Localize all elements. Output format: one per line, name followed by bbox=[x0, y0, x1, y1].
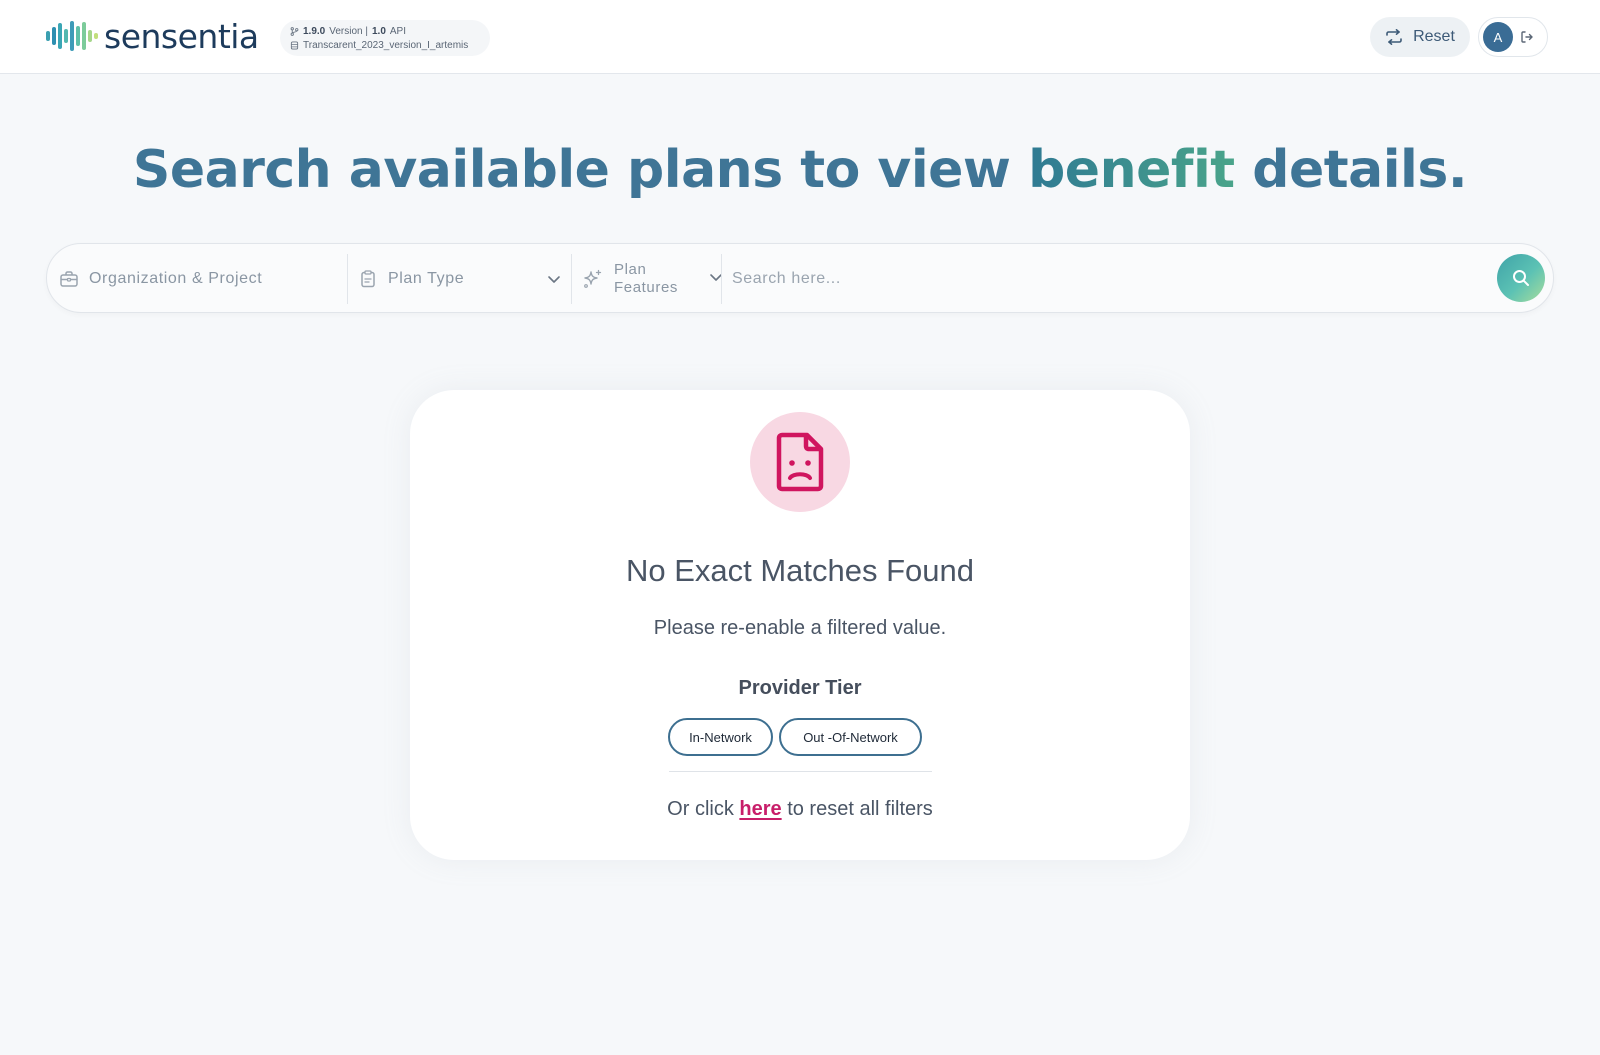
logo-mark-icon bbox=[46, 18, 98, 54]
logout-icon[interactable] bbox=[1519, 29, 1535, 45]
reset-prefix: Or click bbox=[667, 798, 740, 820]
divider bbox=[669, 771, 932, 772]
avatar[interactable]: A bbox=[1483, 22, 1513, 52]
brand-logo[interactable]: sensentia bbox=[46, 16, 259, 56]
plan-features-dropdown[interactable]: Plan Features bbox=[571, 254, 722, 304]
briefcase-icon bbox=[60, 271, 78, 287]
search-input[interactable] bbox=[732, 270, 1432, 288]
organization-project-label: Organization & Project bbox=[89, 270, 263, 287]
reset-suffix: to reset all filters bbox=[781, 798, 933, 820]
database-icon bbox=[290, 40, 299, 50]
title-before: Search available plans to view bbox=[132, 140, 1029, 200]
sparkle-icon bbox=[584, 269, 602, 288]
top-bar: sensentia 1.9.0 Version | 1.0 API Transc… bbox=[0, 0, 1600, 74]
version-number: 1.9.0 bbox=[303, 25, 326, 37]
empty-state-illustration bbox=[750, 412, 850, 512]
provider-tier-chips: In-Network Out -Of-Network bbox=[668, 718, 922, 756]
database-name: Transcarent_2023_version_I_artemis bbox=[303, 39, 469, 51]
brand-name: sensentia bbox=[104, 16, 259, 56]
reset-filters-link[interactable]: here bbox=[739, 798, 781, 820]
reset-filters-hint: Or click here to reset all filters bbox=[410, 798, 1190, 821]
chip-in-network[interactable]: In-Network bbox=[668, 718, 773, 756]
reset-label: Reset bbox=[1413, 28, 1455, 45]
sad-document-icon bbox=[776, 432, 824, 492]
reset-button[interactable]: Reset bbox=[1370, 17, 1470, 57]
api-number: 1.0 bbox=[371, 25, 386, 37]
search-field[interactable] bbox=[721, 254, 1481, 304]
version-info: 1.9.0 Version | 1.0 API Transcarent_2023… bbox=[280, 20, 490, 56]
chevron-down-icon bbox=[548, 276, 560, 283]
title-after: details. bbox=[1234, 140, 1468, 200]
search-icon bbox=[1513, 270, 1529, 286]
plan-features-line1: Plan bbox=[614, 261, 647, 278]
plan-features-label: Plan Features bbox=[614, 261, 678, 297]
plan-type-label: Plan Type bbox=[388, 270, 465, 287]
git-branch-icon bbox=[290, 26, 299, 36]
organization-project-selector[interactable]: Organization & Project bbox=[59, 254, 349, 304]
clipboard-icon bbox=[361, 270, 375, 288]
search-bar: Organization & Project Plan Type Plan Fe… bbox=[46, 243, 1554, 313]
chip-out-of-network[interactable]: Out -Of-Network bbox=[779, 718, 922, 756]
user-menu[interactable]: A bbox=[1478, 17, 1548, 57]
no-results-subtitle: Please re-enable a filtered value. bbox=[653, 617, 947, 639]
plan-type-dropdown[interactable]: Plan Type bbox=[347, 254, 569, 304]
version-word: Version | bbox=[329, 25, 368, 37]
title-accent: benefit bbox=[1028, 140, 1235, 200]
no-results-card: No Exact Matches Found Please re-enable … bbox=[410, 390, 1190, 860]
provider-tier-label: Provider Tier bbox=[738, 677, 862, 699]
plan-features-line2: Features bbox=[614, 279, 678, 296]
search-button[interactable] bbox=[1497, 254, 1545, 302]
no-results-title: No Exact Matches Found bbox=[625, 553, 975, 588]
api-word: API bbox=[389, 25, 407, 37]
refresh-icon bbox=[1386, 29, 1402, 45]
page-title: Search available plans to view benefit d… bbox=[0, 140, 1600, 200]
